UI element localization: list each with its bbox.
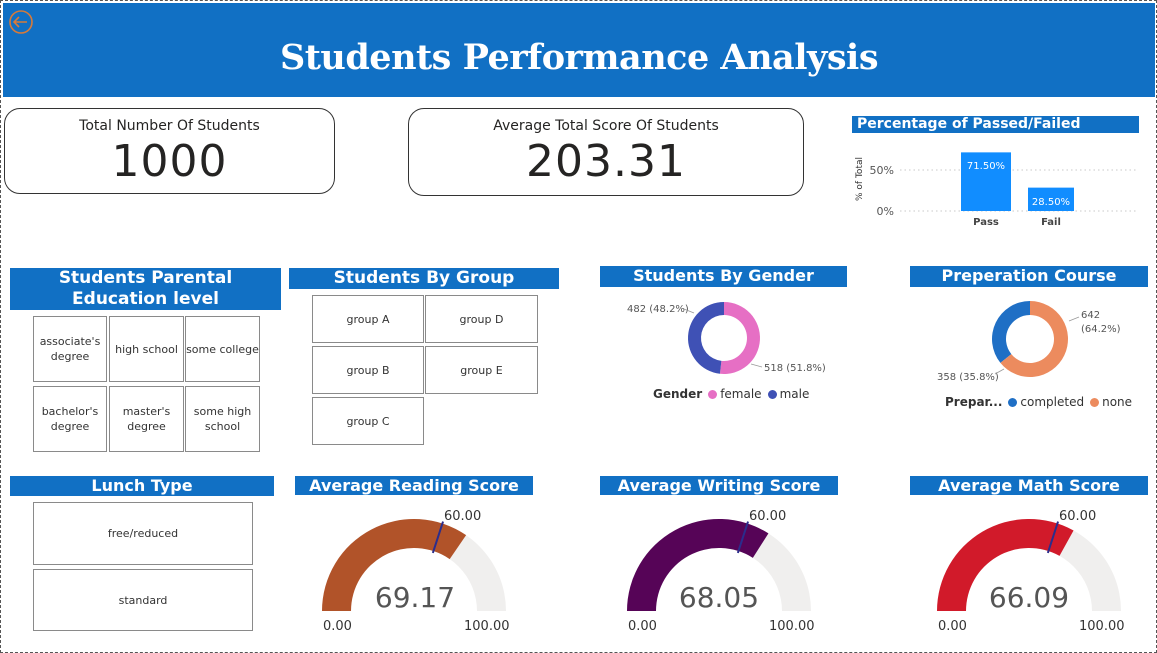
slicer-masters-degree[interactable]: master's degree <box>109 386 184 452</box>
groups-title: Students By Group <box>289 268 559 289</box>
reading-min-label: 0.00 <box>323 619 352 634</box>
writing-gauge-value: 68.05 <box>678 581 760 614</box>
slicer-free-reduced[interactable]: free/reduced <box>33 502 253 565</box>
female-data-label: 518 (51.8%) <box>764 363 826 374</box>
legend-item-male[interactable]: male <box>767 387 810 401</box>
male-dot-icon <box>767 389 777 399</box>
male-data-label: 482 (48.2%) <box>627 304 689 315</box>
reading-target-label: 60.00 <box>444 509 482 524</box>
completed-data-label: 358 (35.8%) <box>937 372 999 383</box>
legend-label-completed: completed <box>1020 395 1085 409</box>
xtick-pass: Pass <box>973 217 999 228</box>
gender-title: Students By Gender <box>600 266 847 287</box>
gender-donut-chart[interactable]: 482 (48.2%) 518 (51.8%) <box>601 291 851 386</box>
none-leader-line <box>1068 316 1080 322</box>
gender-slice-female[interactable] <box>719 302 760 374</box>
none-data-label-value: 642 <box>1081 310 1100 321</box>
reading-max-label: 100.00 <box>464 619 510 634</box>
total-students-label: Total Number Of Students <box>79 118 260 134</box>
bar-label-pass: 71.50% <box>967 161 1005 172</box>
legend-item-completed[interactable]: completed <box>1008 395 1084 409</box>
none-data-label-pct: (64.2%) <box>1081 324 1121 335</box>
avg-total-score-card: Average Total Score Of Students 203.31 <box>408 108 804 196</box>
back-arrow-icon[interactable] <box>7 8 35 36</box>
female-leader-line <box>750 363 763 368</box>
math-max-label: 100.00 <box>1079 619 1125 634</box>
slicer-high-school[interactable]: high school <box>109 316 184 382</box>
writing-gauge-title: Average Writing Score <box>600 476 838 495</box>
lunch-title: Lunch Type <box>10 476 274 496</box>
legend-item-none[interactable]: none <box>1090 395 1132 409</box>
total-students-card: Total Number Of Students 1000 <box>4 108 335 194</box>
math-gauge-value: 66.09 <box>988 581 1070 614</box>
slicer-some-college[interactable]: some college <box>185 316 260 382</box>
parental-education-title: Students Parental Education level <box>10 268 281 310</box>
female-dot-icon <box>708 389 718 399</box>
slicer-group-e[interactable]: group E <box>425 346 538 394</box>
slicer-group-b[interactable]: group B <box>312 346 424 394</box>
slicer-associates-degree[interactable]: associate's degree <box>33 316 107 382</box>
reading-gauge-title: Average Reading Score <box>295 476 533 495</box>
reading-gauge-value: 69.17 <box>374 581 456 614</box>
legend-label-male: male <box>779 387 810 401</box>
slicer-bachelors-degree[interactable]: bachelor's degree <box>33 386 107 452</box>
ytick-0: 0% <box>877 205 894 218</box>
avg-total-score-value: 203.31 <box>526 136 686 187</box>
total-students-value: 1000 <box>111 136 228 187</box>
slicer-group-d[interactable]: group D <box>425 295 538 343</box>
completed-dot-icon <box>1008 397 1018 407</box>
pass-fail-chart[interactable]: % of Total 50% 0% Pass Fail 71.50% 28.50… <box>852 141 1142 233</box>
slicer-group-a[interactable]: group A <box>312 295 424 343</box>
gender-legend-title: Gender <box>653 387 703 401</box>
slicer-standard[interactable]: standard <box>33 569 253 631</box>
gender-legend: Gender female male <box>653 387 815 401</box>
legend-label-none: none <box>1102 395 1133 409</box>
legend-item-female[interactable]: female <box>708 387 762 401</box>
report-page: Students Performance Analysis Total Numb… <box>0 0 1157 653</box>
prep-slice-completed[interactable] <box>992 301 1030 363</box>
legend-label-female: female <box>720 387 762 401</box>
ytick-50: 50% <box>870 164 894 177</box>
math-min-label: 0.00 <box>938 619 967 634</box>
prep-legend: Prepar... completed none <box>945 395 1138 409</box>
xtick-fail: Fail <box>1041 217 1061 228</box>
math-target-label: 60.00 <box>1059 509 1097 524</box>
writing-max-label: 100.00 <box>769 619 815 634</box>
math-gauge-title: Average Math Score <box>910 476 1148 495</box>
avg-total-score-label: Average Total Score Of Students <box>493 118 719 134</box>
prep-title: Preperation Course <box>910 266 1148 287</box>
page-title: Students Performance Analysis <box>279 37 879 78</box>
writing-min-label: 0.00 <box>628 619 657 634</box>
prep-donut-chart[interactable]: 642 (64.2%) 358 (35.8%) <box>911 291 1151 391</box>
writing-target-label: 60.00 <box>749 509 787 524</box>
none-dot-icon <box>1090 397 1100 407</box>
bar-label-fail: 28.50% <box>1032 197 1070 208</box>
slicer-some-high-school[interactable]: some high school <box>185 386 260 452</box>
pass-fail-title: Percentage of Passed/Failed Students <box>852 116 1139 149</box>
prep-legend-title: Prepar... <box>945 395 1003 409</box>
slicer-group-c[interactable]: group C <box>312 397 424 445</box>
pass-fail-ylabel: % of Total <box>855 157 865 201</box>
